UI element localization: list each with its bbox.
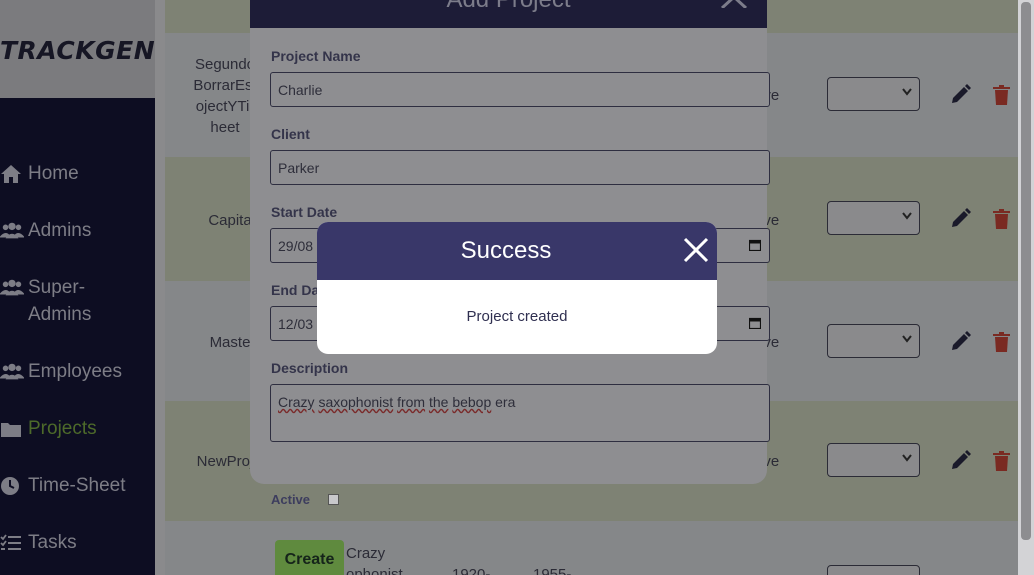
description-textarea[interactable]: Crazy saxophonist from the bebop era xyxy=(270,384,770,442)
end-date-value: 12/03 xyxy=(278,316,314,332)
users-icon xyxy=(0,274,24,301)
success-message: Project created xyxy=(466,308,568,325)
project-name-label: Project Name xyxy=(271,48,361,64)
scrollbar-thumb[interactable] xyxy=(1021,2,1031,540)
calendar-icon[interactable] xyxy=(749,317,761,329)
action-select[interactable] xyxy=(827,77,920,111)
modal-title: Add Project xyxy=(250,0,767,14)
modal-header: Add Project xyxy=(250,0,767,28)
users-icon xyxy=(0,358,24,385)
sidebar-item-label: Projects xyxy=(28,418,97,439)
trash-icon[interactable] xyxy=(993,451,1010,471)
folder-icon xyxy=(0,415,24,442)
description-label: Description xyxy=(271,360,349,376)
action-select[interactable] xyxy=(827,201,920,235)
chevron-down-icon xyxy=(902,335,912,343)
users-icon xyxy=(0,217,24,244)
sidebar-item-admins[interactable]: Admins xyxy=(0,217,150,244)
clock-icon xyxy=(0,472,24,499)
client-input[interactable]: Parker xyxy=(270,150,770,185)
pencil-icon[interactable] xyxy=(949,208,971,230)
sidebar-item-label: Employees xyxy=(28,361,122,382)
sidebar: TRACKGENIX Home Admins Super-Admins Empl… xyxy=(0,0,184,575)
client-label: Client xyxy=(271,126,310,142)
chevron-down-icon xyxy=(902,454,912,462)
action-select[interactable] xyxy=(827,565,920,575)
start-date-value: 29/08 xyxy=(278,238,314,254)
sidebar-item-label: Home xyxy=(28,163,79,184)
trash-icon[interactable] xyxy=(993,332,1010,352)
start-date-label: Start Date xyxy=(271,204,338,220)
description-cell: Crazy ophonist xyxy=(346,545,403,575)
create-button[interactable]: Create xyxy=(275,540,344,575)
start-date-cell: 1920- xyxy=(452,566,491,575)
logo-area: TRACKGENIX xyxy=(0,0,184,98)
calendar-icon[interactable] xyxy=(749,239,761,251)
description-text: Crazy saxophonist from the bebop era xyxy=(278,394,516,410)
sidebar-item-super-admins[interactable]: Super-Admins xyxy=(0,274,150,328)
task-list-icon xyxy=(0,529,24,556)
sidebar-item-time-sheet[interactable]: Time-Sheet xyxy=(0,472,150,499)
sidebar-item-home[interactable]: Home xyxy=(0,160,150,187)
sidebar-item-label: Super-Admins xyxy=(28,277,92,325)
close-icon[interactable] xyxy=(683,237,709,263)
scrollbar[interactable] xyxy=(1018,0,1034,575)
end-date-label: End Da xyxy=(271,282,320,298)
active-label: Active xyxy=(271,492,311,507)
success-title: Success xyxy=(460,237,552,264)
sidebar-item-tasks[interactable]: Tasks xyxy=(0,529,150,556)
sidebar-item-label: Tasks xyxy=(28,532,77,553)
trash-icon[interactable] xyxy=(993,85,1010,105)
action-select[interactable] xyxy=(827,324,920,358)
active-checkbox[interactable] xyxy=(328,494,339,505)
trash-icon[interactable] xyxy=(993,209,1010,229)
close-icon[interactable] xyxy=(720,0,748,8)
end-date-cell: 1955- xyxy=(533,566,572,575)
action-select[interactable] xyxy=(827,443,920,477)
home-icon xyxy=(0,160,24,187)
sidebar-item-employees[interactable]: Employees xyxy=(0,358,150,385)
chevron-down-icon xyxy=(902,88,912,96)
sidebar-item-label: Time-Sheet xyxy=(28,475,126,496)
pencil-icon[interactable] xyxy=(949,450,971,472)
sidebar-item-label: Admins xyxy=(28,220,92,241)
sidebar-item-projects[interactable]: Projects xyxy=(0,415,150,442)
pencil-icon[interactable] xyxy=(949,331,971,353)
success-modal: Success Project created xyxy=(317,222,717,354)
project-name-input[interactable]: Charlie xyxy=(270,72,770,107)
pencil-icon[interactable] xyxy=(949,84,971,106)
success-modal-header: Success xyxy=(317,222,717,280)
chevron-down-icon xyxy=(902,212,912,220)
